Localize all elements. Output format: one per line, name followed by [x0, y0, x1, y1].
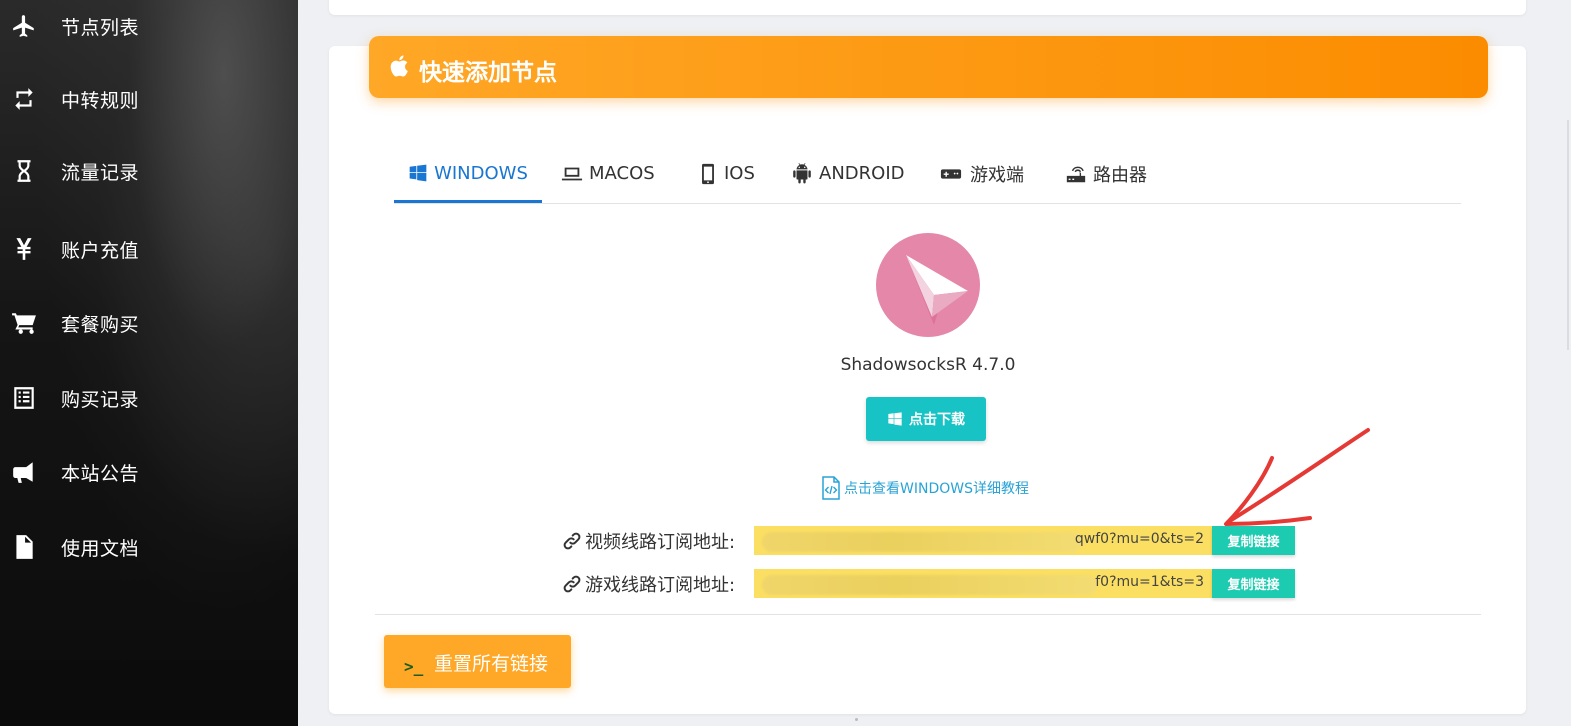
tab-windows[interactable]: WINDOWS	[394, 146, 542, 203]
paper-plane-icon	[906, 255, 968, 325]
sidebar-item-label: 账户充值	[61, 239, 140, 262]
annotation-arrow	[1224, 428, 1370, 526]
platform-tabs: WINDOWS MACOS IOS ANDROID 游戏端 路由器	[394, 146, 1461, 204]
terminal-prompt-icon: >_	[404, 657, 424, 676]
phone-icon	[702, 163, 714, 184]
download-label: 点击下载	[909, 411, 965, 427]
card-title: 快速添加节点	[419, 60, 557, 86]
sidebar-item-label: 套餐购买	[61, 313, 140, 336]
subscription-label: 视频线路订阅地址:	[585, 532, 736, 553]
reset-links-button[interactable]: >_ 重置所有链接	[384, 635, 571, 688]
sidebar-item-docs[interactable]: 使用文档	[0, 527, 298, 567]
shadowsocksr-logo	[876, 233, 980, 337]
yen-icon	[8, 233, 40, 265]
windows-icon	[888, 412, 902, 426]
file-icon	[8, 531, 40, 563]
sidebar-item-label: 流量记录	[61, 161, 140, 184]
hourglass-icon	[8, 155, 40, 187]
tab-android[interactable]: ANDROID	[791, 146, 904, 201]
app-name: ShadowsocksR 4.7.0	[840, 355, 1016, 375]
sidebar-item-traffic-log[interactable]: 流量记录	[0, 151, 298, 191]
tutorial-link[interactable]: 点击查看WINDOWS详细教程	[820, 476, 1029, 500]
code-file-icon	[822, 476, 840, 500]
redacted-mask	[762, 575, 1097, 595]
sidebar-item-buy-plan[interactable]: 套餐购买	[0, 303, 298, 343]
scroll-indicator	[855, 718, 858, 721]
sidebar-item-announcements[interactable]: 本站公告	[0, 452, 298, 492]
redacted-mask	[762, 532, 1082, 552]
download-button[interactable]: 点击下载	[866, 397, 986, 441]
list-icon	[8, 382, 40, 414]
subscription-label: 游戏线路订阅地址:	[585, 575, 736, 596]
tab-router[interactable]: 路由器	[1065, 146, 1147, 201]
cart-icon	[8, 307, 40, 339]
subscription-url-tail: qwf0?mu=0&ts=2	[1074, 531, 1204, 547]
previous-card	[329, 0, 1526, 15]
sidebar-item-node-list[interactable]: 节点列表	[0, 6, 298, 46]
android-icon	[793, 162, 811, 183]
windows-icon	[409, 164, 427, 182]
sidebar-item-label: 使用文档	[61, 537, 140, 560]
tab-label: IOS	[724, 163, 755, 184]
tab-game[interactable]: 游戏端	[938, 146, 1024, 201]
tab-ios[interactable]: IOS	[697, 146, 755, 201]
divider	[375, 614, 1481, 615]
sidebar: 节点列表 中转规则 流量记录 账户充值 套餐购买 购买记录 本站公告 使用文档	[0, 0, 298, 726]
copy-game-link-button[interactable]: 复制链接	[1212, 569, 1295, 598]
game-subscription-field[interactable]: f0?mu=1&ts=3	[754, 569, 1212, 598]
sidebar-item-label: 节点列表	[61, 16, 140, 39]
subscription-url-tail: f0?mu=1&ts=3	[1095, 574, 1204, 590]
router-icon	[1066, 166, 1086, 182]
sidebar-item-label: 中转规则	[61, 89, 140, 112]
link-icon	[563, 575, 581, 593]
retweet-icon	[8, 83, 40, 115]
scrollbar-track[interactable]	[1565, 0, 1571, 726]
plane-icon	[8, 10, 40, 42]
video-subscription-field[interactable]: qwf0?mu=0&ts=2	[754, 526, 1212, 555]
tab-label: 路由器	[1093, 164, 1147, 186]
tab-macos[interactable]: MACOS	[561, 146, 655, 201]
sidebar-item-label: 本站公告	[61, 462, 140, 485]
tab-label: 游戏端	[970, 164, 1024, 186]
tab-label: WINDOWS	[434, 162, 528, 184]
tab-label: MACOS	[589, 163, 655, 184]
laptop-icon	[561, 167, 583, 180]
sidebar-item-label: 购买记录	[61, 388, 140, 411]
tab-label: ANDROID	[819, 163, 905, 184]
gamepad-icon	[940, 168, 962, 179]
sidebar-item-relay-rules[interactable]: 中转规则	[0, 79, 298, 119]
sidebar-item-recharge[interactable]: 账户充值	[0, 229, 298, 269]
card-header: 快速添加节点	[369, 36, 1488, 98]
reset-label: 重置所有链接	[434, 654, 549, 675]
tutorial-label: 点击查看WINDOWS详细教程	[844, 481, 1029, 497]
bullhorn-icon	[8, 456, 40, 488]
sidebar-item-purchase-history[interactable]: 购买记录	[0, 378, 298, 418]
apple-icon	[390, 55, 408, 77]
link-icon	[563, 532, 581, 550]
